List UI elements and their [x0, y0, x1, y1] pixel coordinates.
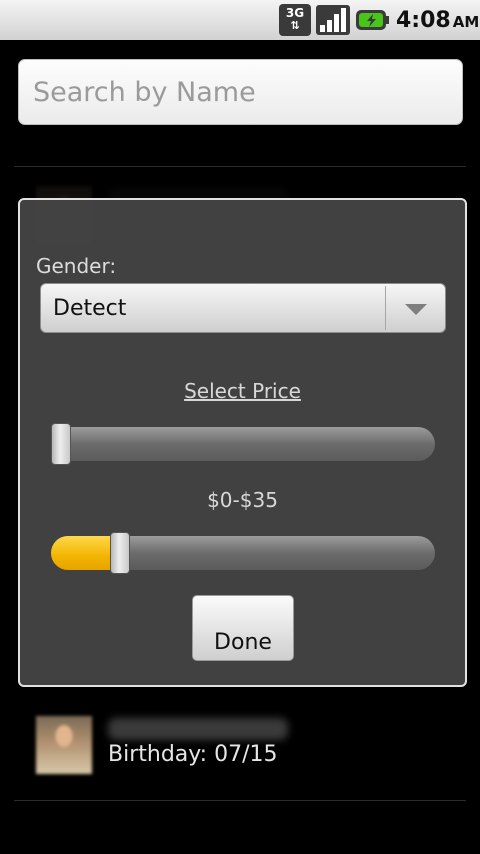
price-range-label: $0-$35 — [207, 488, 278, 512]
list-item[interactable]: Birthday: 07/15 — [36, 716, 476, 776]
clock-time: 4:08 — [396, 8, 451, 33]
gender-spinner-value: Detect — [53, 296, 127, 321]
list-divider — [14, 800, 466, 801]
min-price-slider-track[interactable] — [51, 427, 435, 461]
spinner-divider — [385, 286, 386, 330]
list-divider — [14, 166, 466, 167]
search-input[interactable] — [18, 59, 463, 125]
dropdown-arrow-icon — [405, 304, 427, 315]
filter-dialog: Gender: Detect Select Price $0-$35 Done — [18, 198, 467, 687]
network-3g-icon: 3G ⇅ — [279, 4, 311, 36]
avatar — [36, 716, 92, 774]
clock-ampm: AM — [452, 13, 480, 31]
network-type-label: 3G — [285, 6, 305, 20]
min-price-slider-thumb[interactable] — [50, 423, 71, 465]
max-price-slider-track[interactable] — [51, 536, 435, 570]
signal-strength-icon — [316, 5, 350, 35]
contact-name-redacted — [108, 718, 288, 740]
clock: 4:08 AM — [396, 8, 479, 33]
contact-birthday: Birthday: 07/15 — [108, 742, 278, 767]
select-price-link[interactable]: Select Price — [20, 379, 465, 403]
gender-spinner[interactable]: Detect — [40, 283, 446, 333]
done-button[interactable]: Done — [192, 595, 294, 661]
status-bar: 3G ⇅ 4:08 AM — [0, 0, 480, 40]
battery-charging-icon — [356, 10, 389, 30]
max-price-slider-thumb[interactable] — [110, 532, 131, 574]
gender-label: Gender: — [36, 254, 117, 278]
